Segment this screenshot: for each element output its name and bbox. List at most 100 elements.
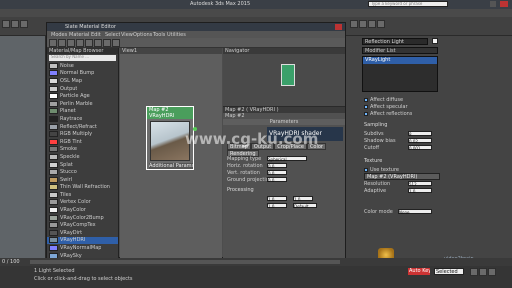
use-texture-row[interactable]: Use texture bbox=[364, 166, 440, 173]
gamma-input[interactable]: 1.0 bbox=[293, 196, 313, 202]
checkbox-icon[interactable] bbox=[364, 167, 368, 172]
delete-icon[interactable] bbox=[85, 39, 93, 47]
slate-titlebar[interactable]: Slate Material Editor bbox=[47, 23, 345, 31]
render-frame-icon[interactable] bbox=[359, 20, 367, 28]
option-affect-reflections[interactable]: Affect reflections bbox=[364, 110, 440, 117]
list-item-label: RGB Multiply bbox=[60, 131, 93, 138]
view-tab[interactable]: View1 bbox=[120, 48, 222, 54]
list-item[interactable]: RGB Multiply bbox=[47, 130, 118, 138]
pick-material-icon[interactable] bbox=[58, 39, 66, 47]
option-affect-diffuse[interactable]: Affect diffuse bbox=[364, 96, 440, 103]
close-icon[interactable] bbox=[500, 1, 508, 7]
select-tool-icon[interactable] bbox=[49, 39, 57, 47]
list-item[interactable]: Perlin Marble bbox=[47, 100, 118, 108]
list-item[interactable]: Planet bbox=[47, 108, 118, 116]
zoom-extents-icon[interactable] bbox=[488, 268, 496, 276]
modifier-list-dropdown[interactable]: Modifier List bbox=[362, 47, 438, 54]
assign-material-icon[interactable] bbox=[76, 39, 84, 47]
list-item[interactable]: VRayColor bbox=[47, 206, 118, 214]
list-item[interactable]: Thin Wall Refraction bbox=[47, 184, 118, 192]
object-name-field[interactable]: Reflection Light bbox=[362, 38, 428, 45]
key-mode-dropdown[interactable]: Selected bbox=[434, 268, 464, 275]
list-item[interactable]: Output bbox=[47, 85, 118, 93]
list-item[interactable]: Smoke bbox=[47, 146, 118, 154]
frame-counter: 0 / 100 bbox=[2, 259, 20, 265]
list-item[interactable]: OSL Map bbox=[47, 77, 118, 85]
list-item[interactable]: Swirl bbox=[47, 176, 118, 184]
overall-mult-row: 1.0 1.0 bbox=[227, 195, 343, 202]
mapping-type-dropdown[interactable]: Spherical bbox=[267, 156, 307, 162]
list-item[interactable]: VRayCompTex bbox=[47, 221, 118, 229]
layout-icon[interactable] bbox=[112, 39, 120, 47]
checkbox-icon[interactable] bbox=[364, 111, 368, 116]
subdivs-input[interactable]: 8 bbox=[408, 131, 432, 137]
list-item[interactable]: Reflect/Refract bbox=[47, 123, 118, 131]
redo-icon[interactable] bbox=[11, 20, 19, 28]
list-item[interactable]: Vertex Color bbox=[47, 199, 118, 207]
render-mult-input[interactable]: 1.0 bbox=[267, 203, 287, 209]
timeline[interactable]: 0 / 100 bbox=[0, 258, 512, 266]
slate-close-icon[interactable] bbox=[335, 24, 342, 30]
cutoff-input[interactable]: 0.001 bbox=[408, 145, 432, 151]
shadow-bias-input[interactable]: 0.02 bbox=[408, 138, 432, 144]
map-swatch-icon bbox=[49, 245, 58, 252]
play-icon[interactable] bbox=[470, 268, 478, 276]
checkbox-icon[interactable] bbox=[364, 97, 368, 102]
list-item[interactable]: Raytrace bbox=[47, 115, 118, 123]
resolution-input[interactable]: 512 bbox=[408, 181, 432, 187]
status-bar: 1 Light Selected Click or click-and-drag… bbox=[0, 266, 512, 288]
checkbox-icon[interactable] bbox=[364, 104, 368, 109]
modifier-stack[interactable]: VRayLight bbox=[362, 56, 438, 92]
color-mode-row: Color mode None bbox=[364, 208, 440, 215]
use-texture-label: Use texture bbox=[370, 166, 399, 173]
adaptive-input[interactable]: 1.0 bbox=[408, 188, 432, 194]
put-to-scene-icon[interactable] bbox=[67, 39, 75, 47]
stack-item[interactable]: VRayLight bbox=[363, 57, 437, 64]
option-affect-specular[interactable]: Affect specular bbox=[364, 103, 440, 110]
next-frame-icon[interactable] bbox=[479, 268, 487, 276]
app-menubar bbox=[0, 9, 512, 17]
browser-search-input[interactable]: Search by Name ... bbox=[49, 55, 116, 61]
list-item[interactable]: VRayHDRI bbox=[47, 236, 118, 245]
navigator-title: Navigator bbox=[223, 48, 345, 54]
list-item[interactable]: RGB Tint bbox=[47, 138, 118, 146]
node-view[interactable]: View1 Map #2 VRayHDRI Additional Params bbox=[120, 48, 222, 258]
search-input[interactable]: Type a keyword or phrase bbox=[368, 1, 448, 7]
material-editor-icon[interactable] bbox=[377, 20, 385, 28]
render-icon[interactable] bbox=[368, 20, 376, 28]
ground-projection-input[interactable]: 0.0 bbox=[267, 177, 287, 183]
object-color-swatch[interactable] bbox=[432, 38, 438, 44]
time-slider-track[interactable] bbox=[30, 260, 340, 264]
list-item[interactable]: Splat bbox=[47, 161, 118, 169]
render-setup-icon[interactable] bbox=[350, 20, 358, 28]
adaptive-label: Adaptive bbox=[364, 187, 387, 194]
params-rollout-header[interactable]: Parameters bbox=[223, 119, 345, 125]
map-swatch-icon bbox=[49, 100, 58, 107]
viewport-left[interactable] bbox=[0, 36, 45, 266]
auto-key-button[interactable]: Auto Key bbox=[408, 268, 430, 275]
overall-mult-input[interactable]: 1.0 bbox=[267, 196, 287, 202]
list-item[interactable]: Speckle bbox=[47, 153, 118, 161]
horiz-rotation-input[interactable]: 0.0 bbox=[267, 163, 287, 169]
move-children-icon[interactable] bbox=[94, 39, 102, 47]
map-swatch-icon bbox=[49, 207, 58, 214]
minimize-icon[interactable] bbox=[490, 1, 496, 7]
list-item[interactable]: Noise bbox=[47, 62, 118, 70]
list-item[interactable]: VRayDirt bbox=[47, 229, 118, 237]
vert-rotation-input[interactable]: 0.0 bbox=[267, 170, 287, 176]
list-item[interactable]: Particle Age bbox=[47, 92, 118, 100]
navigator-node-thumbnail[interactable] bbox=[281, 64, 295, 86]
browser-header: Material/Map Browser bbox=[47, 48, 118, 54]
link-icon[interactable] bbox=[20, 20, 28, 28]
list-item[interactable]: Normal Bump bbox=[47, 70, 118, 78]
list-item[interactable]: VRayNormalMap bbox=[47, 244, 118, 252]
list-item[interactable]: Stucco bbox=[47, 168, 118, 176]
texture-map-button[interactable]: Map #2 (VRayHDRI) bbox=[364, 173, 440, 180]
color-mode-dropdown[interactable]: None bbox=[398, 209, 432, 215]
list-item[interactable]: Tiles bbox=[47, 191, 118, 199]
node-output-slot[interactable]: Additional Params bbox=[149, 163, 193, 169]
list-item[interactable]: VRayColor2Bump bbox=[47, 214, 118, 222]
show-map-icon[interactable] bbox=[103, 39, 111, 47]
interpolation-dropdown[interactable]: Default bbox=[293, 203, 317, 209]
undo-icon[interactable] bbox=[2, 20, 10, 28]
